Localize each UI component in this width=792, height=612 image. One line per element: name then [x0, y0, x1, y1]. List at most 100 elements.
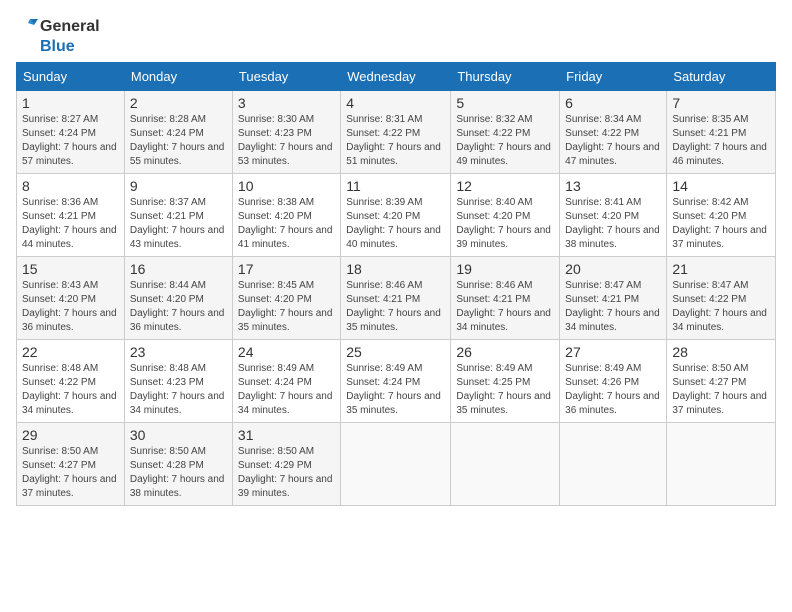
- cell-info: Sunrise: 8:50 AMSunset: 4:29 PMDaylight:…: [238, 446, 333, 499]
- week-row-1: 1Sunrise: 8:27 AMSunset: 4:24 PMDaylight…: [17, 91, 776, 174]
- calendar-cell: 10 Sunrise: 8:38 AMSunset: 4:20 PMDayligh…: [232, 174, 340, 257]
- day-number: 21: [672, 261, 770, 277]
- calendar-cell: 7 Sunrise: 8:35 AMSunset: 4:21 PMDaylight…: [667, 91, 776, 174]
- cell-info: Sunrise: 8:49 AMSunset: 4:26 PMDaylight:…: [565, 363, 660, 416]
- cell-info: Sunrise: 8:41 AMSunset: 4:20 PMDaylight:…: [565, 197, 660, 250]
- logo-container: General Blue: [16, 16, 100, 56]
- day-number: 7: [672, 95, 770, 111]
- header-cell-monday: Monday: [124, 63, 232, 91]
- logo: General Blue: [16, 16, 100, 56]
- day-number: 17: [238, 261, 335, 277]
- calendar-cell: 22 Sunrise: 8:48 AMSunset: 4:22 PMDayligh…: [17, 340, 125, 423]
- cell-info: Sunrise: 8:44 AMSunset: 4:20 PMDaylight:…: [130, 280, 225, 333]
- day-number: 26: [456, 344, 554, 360]
- week-row-2: 8 Sunrise: 8:36 AMSunset: 4:21 PMDaylight…: [17, 174, 776, 257]
- cell-info: Sunrise: 8:49 AMSunset: 4:24 PMDaylight:…: [346, 363, 441, 416]
- calendar-cell: 29Sunrise: 8:50 AMSunset: 4:27 PMDayligh…: [17, 423, 125, 506]
- header-cell-thursday: Thursday: [451, 63, 560, 91]
- cell-info: Sunrise: 8:38 AMSunset: 4:20 PMDaylight:…: [238, 197, 333, 250]
- calendar-cell: 2 Sunrise: 8:28 AMSunset: 4:24 PMDaylight…: [124, 91, 232, 174]
- calendar-body: 1Sunrise: 8:27 AMSunset: 4:24 PMDaylight…: [17, 91, 776, 506]
- calendar-header: SundayMondayTuesdayWednesdayThursdayFrid…: [17, 63, 776, 91]
- calendar-cell: 19 Sunrise: 8:46 AMSunset: 4:21 PMDayligh…: [451, 257, 560, 340]
- calendar-cell: 6 Sunrise: 8:34 AMSunset: 4:22 PMDaylight…: [560, 91, 667, 174]
- day-number: 6: [565, 95, 661, 111]
- day-number: 11: [346, 178, 445, 194]
- cell-info: Sunrise: 8:40 AMSunset: 4:20 PMDaylight:…: [456, 197, 551, 250]
- day-number: 13: [565, 178, 661, 194]
- calendar-cell: 31 Sunrise: 8:50 AMSunset: 4:29 PMDayligh…: [232, 423, 340, 506]
- cell-info: Sunrise: 8:47 AMSunset: 4:21 PMDaylight:…: [565, 280, 660, 333]
- calendar-cell: 25 Sunrise: 8:49 AMSunset: 4:24 PMDayligh…: [341, 340, 451, 423]
- cell-info: Sunrise: 8:37 AMSunset: 4:21 PMDaylight:…: [130, 197, 225, 250]
- cell-info: Sunrise: 8:31 AMSunset: 4:22 PMDaylight:…: [346, 114, 441, 167]
- calendar-cell: 27 Sunrise: 8:49 AMSunset: 4:26 PMDayligh…: [560, 340, 667, 423]
- calendar-cell: 18 Sunrise: 8:46 AMSunset: 4:21 PMDayligh…: [341, 257, 451, 340]
- day-number: 5: [456, 95, 554, 111]
- calendar-cell: 16 Sunrise: 8:44 AMSunset: 4:20 PMDayligh…: [124, 257, 232, 340]
- cell-info: Sunrise: 8:49 AMSunset: 4:24 PMDaylight:…: [238, 363, 333, 416]
- day-number: 14: [672, 178, 770, 194]
- cell-info: Sunrise: 8:45 AMSunset: 4:20 PMDaylight:…: [238, 280, 333, 333]
- calendar-cell: [667, 423, 776, 506]
- day-number: 25: [346, 344, 445, 360]
- cell-info: Sunrise: 8:28 AMSunset: 4:24 PMDaylight:…: [130, 114, 225, 167]
- day-number: 2: [130, 95, 227, 111]
- logo-line2: Blue: [40, 38, 75, 56]
- week-row-4: 22 Sunrise: 8:48 AMSunset: 4:22 PMDayligh…: [17, 340, 776, 423]
- day-number: 29: [22, 427, 119, 443]
- cell-info: Sunrise: 8:35 AMSunset: 4:21 PMDaylight:…: [672, 114, 767, 167]
- calendar-cell: 9 Sunrise: 8:37 AMSunset: 4:21 PMDaylight…: [124, 174, 232, 257]
- header-row: SundayMondayTuesdayWednesdayThursdayFrid…: [17, 63, 776, 91]
- header-cell-wednesday: Wednesday: [341, 63, 451, 91]
- calendar-cell: 8 Sunrise: 8:36 AMSunset: 4:21 PMDaylight…: [17, 174, 125, 257]
- calendar-cell: 14 Sunrise: 8:42 AMSunset: 4:20 PMDayligh…: [667, 174, 776, 257]
- calendar-cell: 1Sunrise: 8:27 AMSunset: 4:24 PMDaylight…: [17, 91, 125, 174]
- day-number: 24: [238, 344, 335, 360]
- calendar-cell: [451, 423, 560, 506]
- day-number: 4: [346, 95, 445, 111]
- day-number: 8: [22, 178, 119, 194]
- calendar-cell: 21Sunrise: 8:47 AMSunset: 4:22 PMDayligh…: [667, 257, 776, 340]
- day-number: 20: [565, 261, 661, 277]
- calendar-table: SundayMondayTuesdayWednesdayThursdayFrid…: [16, 62, 776, 506]
- cell-info: Sunrise: 8:34 AMSunset: 4:22 PMDaylight:…: [565, 114, 660, 167]
- day-number: 3: [238, 95, 335, 111]
- header-cell-sunday: Sunday: [17, 63, 125, 91]
- week-row-3: 15Sunrise: 8:43 AMSunset: 4:20 PMDayligh…: [17, 257, 776, 340]
- day-number: 27: [565, 344, 661, 360]
- day-number: 10: [238, 178, 335, 194]
- calendar-cell: 15Sunrise: 8:43 AMSunset: 4:20 PMDayligh…: [17, 257, 125, 340]
- calendar-cell: 5Sunrise: 8:32 AMSunset: 4:22 PMDaylight…: [451, 91, 560, 174]
- calendar-cell: 4 Sunrise: 8:31 AMSunset: 4:22 PMDaylight…: [341, 91, 451, 174]
- cell-info: Sunrise: 8:39 AMSunset: 4:20 PMDaylight:…: [346, 197, 441, 250]
- cell-info: Sunrise: 8:36 AMSunset: 4:21 PMDaylight:…: [22, 197, 117, 250]
- day-number: 22: [22, 344, 119, 360]
- cell-info: Sunrise: 8:46 AMSunset: 4:21 PMDaylight:…: [456, 280, 551, 333]
- calendar-cell: 24 Sunrise: 8:49 AMSunset: 4:24 PMDayligh…: [232, 340, 340, 423]
- day-number: 30: [130, 427, 227, 443]
- cell-info: Sunrise: 8:50 AMSunset: 4:27 PMDaylight:…: [672, 363, 767, 416]
- calendar-cell: 3Sunrise: 8:30 AMSunset: 4:23 PMDaylight…: [232, 91, 340, 174]
- day-number: 16: [130, 261, 227, 277]
- logo-line1: General: [40, 18, 100, 36]
- calendar-cell: 28 Sunrise: 8:50 AMSunset: 4:27 PMDayligh…: [667, 340, 776, 423]
- calendar-cell: [560, 423, 667, 506]
- cell-info: Sunrise: 8:46 AMSunset: 4:21 PMDaylight:…: [346, 280, 441, 333]
- calendar-cell: [341, 423, 451, 506]
- header-cell-friday: Friday: [560, 63, 667, 91]
- day-number: 19: [456, 261, 554, 277]
- calendar-cell: 30Sunrise: 8:50 AMSunset: 4:28 PMDayligh…: [124, 423, 232, 506]
- calendar-cell: 12Sunrise: 8:40 AMSunset: 4:20 PMDayligh…: [451, 174, 560, 257]
- cell-info: Sunrise: 8:42 AMSunset: 4:20 PMDaylight:…: [672, 197, 767, 250]
- calendar-cell: 23Sunrise: 8:48 AMSunset: 4:23 PMDayligh…: [124, 340, 232, 423]
- day-number: 28: [672, 344, 770, 360]
- header-cell-tuesday: Tuesday: [232, 63, 340, 91]
- header-cell-saturday: Saturday: [667, 63, 776, 91]
- cell-info: Sunrise: 8:48 AMSunset: 4:22 PMDaylight:…: [22, 363, 117, 416]
- day-number: 23: [130, 344, 227, 360]
- day-number: 18: [346, 261, 445, 277]
- day-number: 31: [238, 427, 335, 443]
- calendar-cell: 13 Sunrise: 8:41 AMSunset: 4:20 PMDayligh…: [560, 174, 667, 257]
- day-number: 9: [130, 178, 227, 194]
